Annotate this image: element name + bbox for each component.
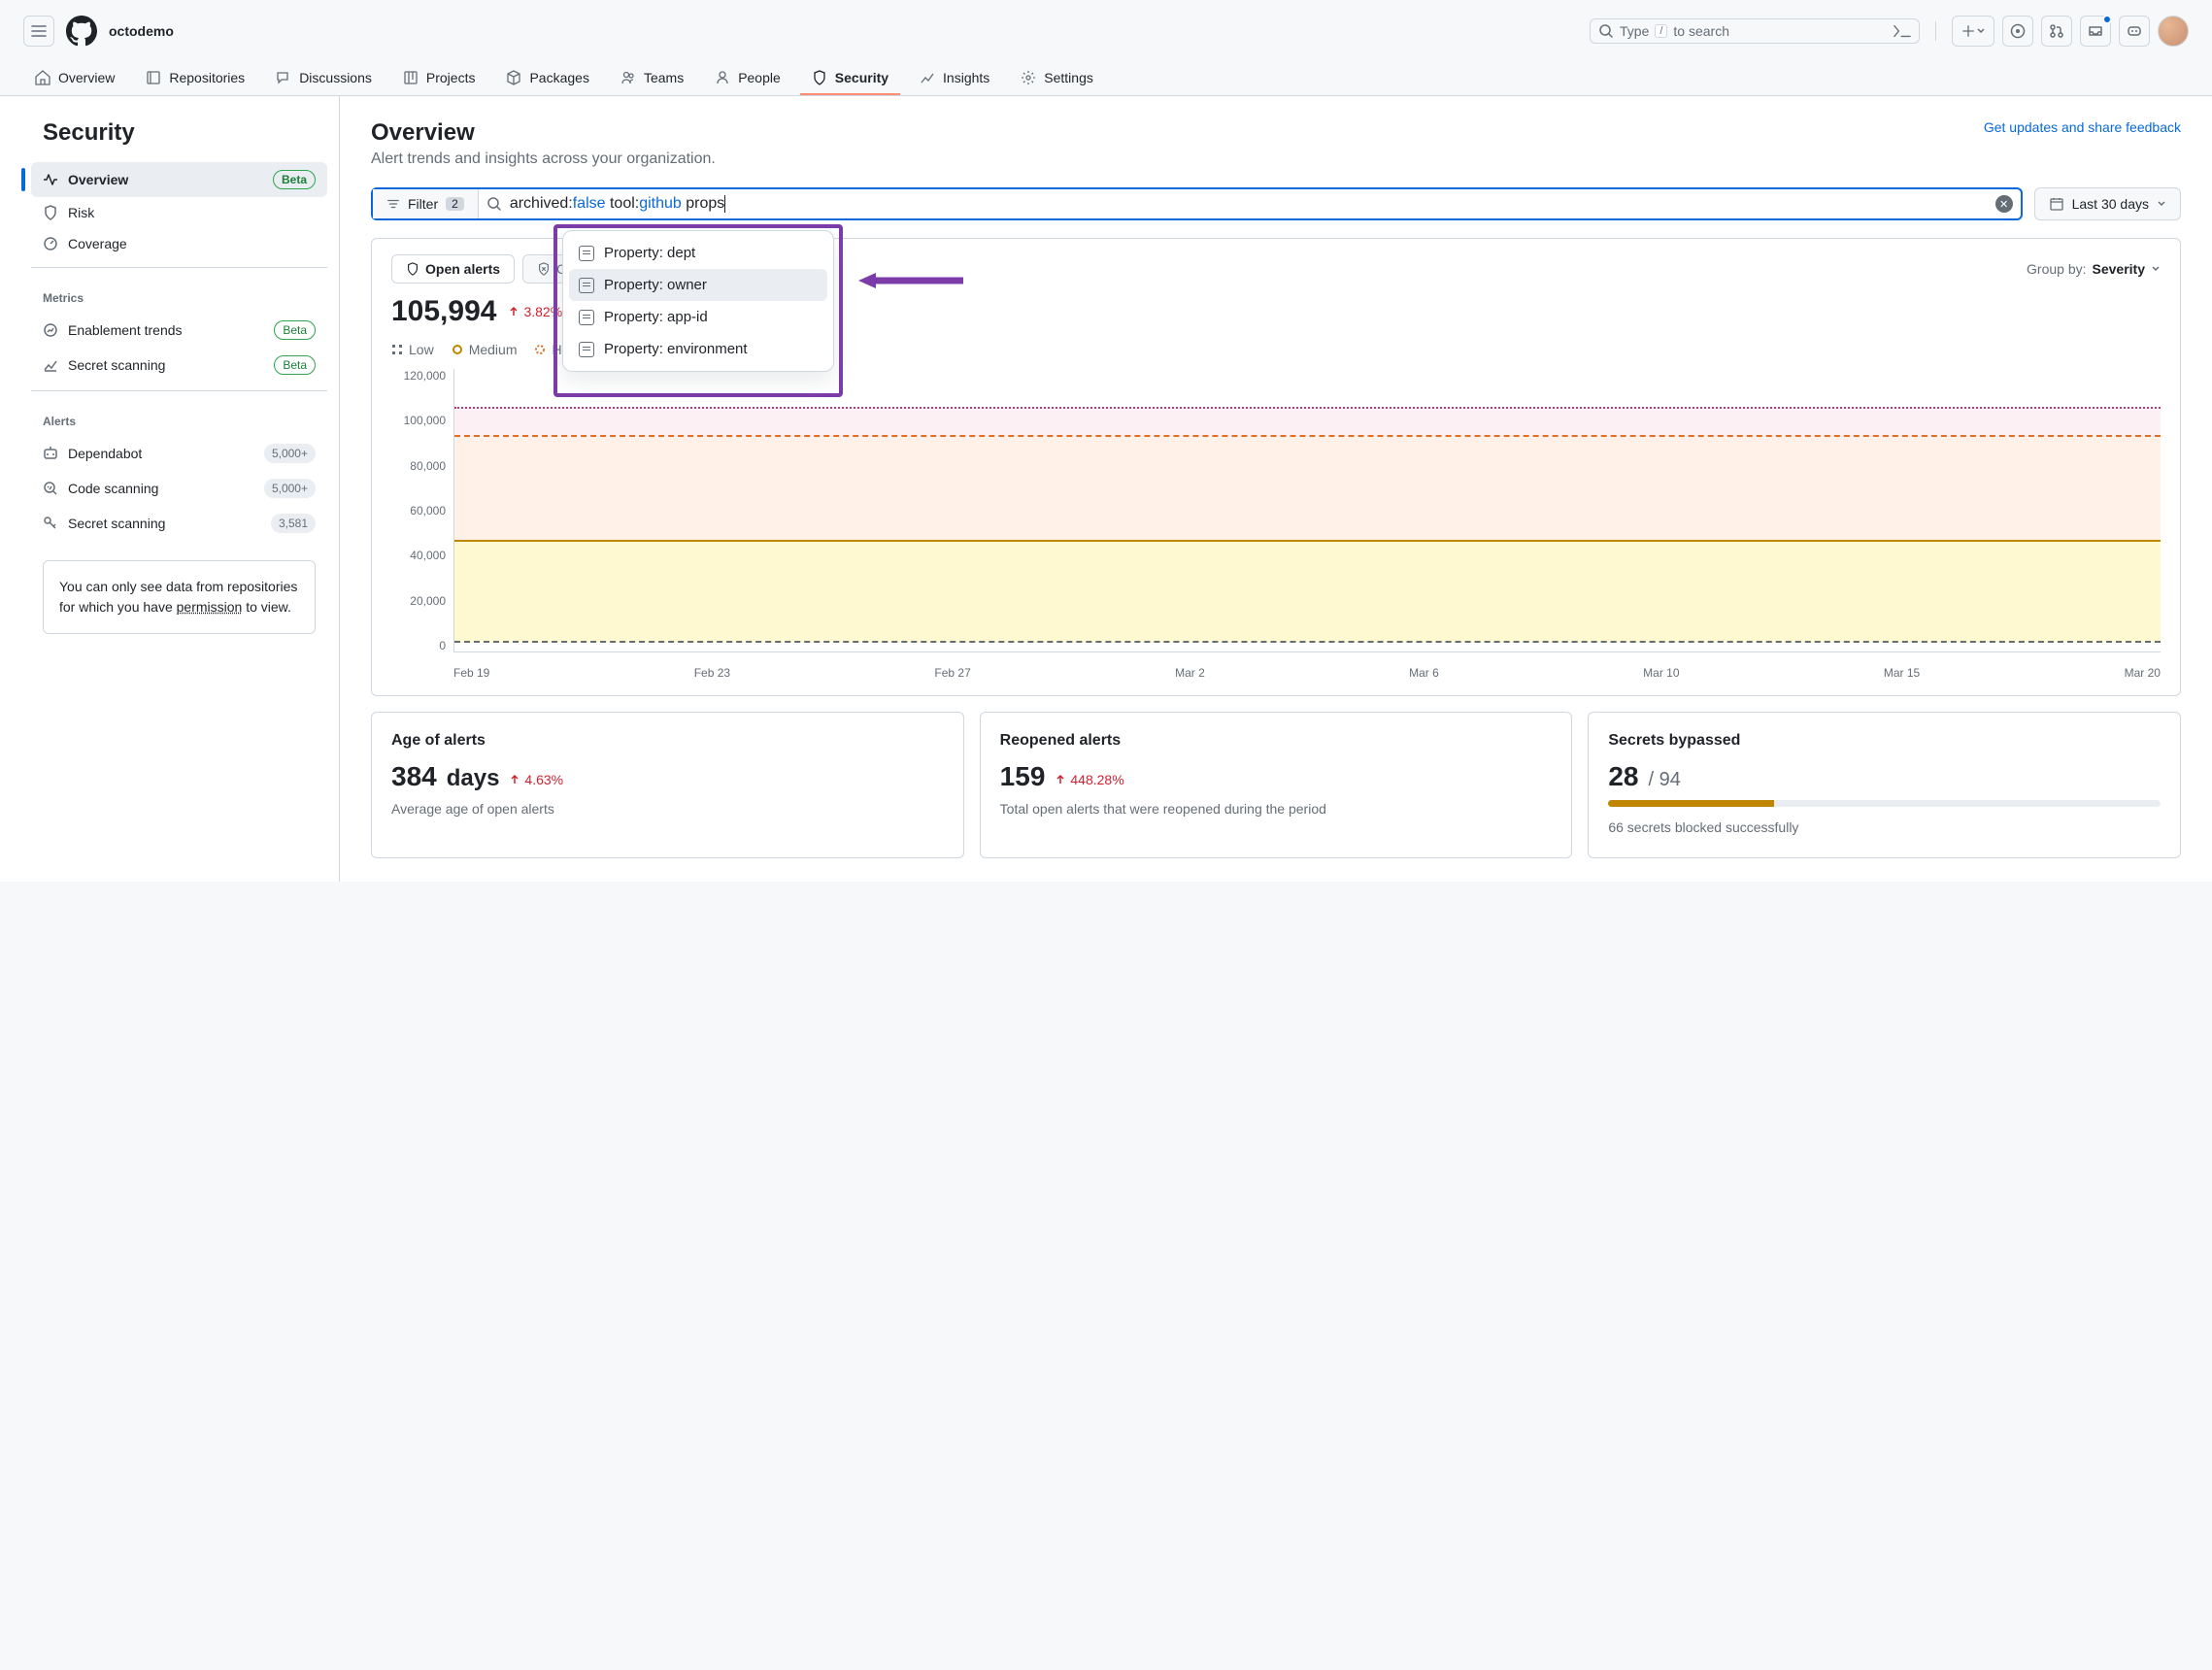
chevron-down-icon (2151, 264, 2161, 274)
dropdown-item-owner[interactable]: Property: owner (569, 269, 827, 301)
graph-icon (43, 357, 58, 373)
sidebar-title: Security (31, 119, 327, 147)
calendar-icon (2049, 196, 2064, 212)
autocomplete-dropdown: Property: dept Property: owner Property:… (562, 230, 834, 372)
secrets-bypassed-card: Secrets bypassed 28 / 94 66 secrets bloc… (1588, 712, 2181, 858)
tab-insights[interactable]: Insights (908, 62, 1001, 95)
user-avatar[interactable] (2158, 16, 2189, 47)
trend-indicator: 3.82% (508, 304, 562, 319)
filter-button[interactable]: Filter 2 (373, 189, 479, 218)
tab-security[interactable]: Security (800, 62, 900, 95)
copilot-button[interactable] (2119, 16, 2150, 47)
date-range-button[interactable]: Last 30 days (2034, 187, 2181, 220)
tab-repositories[interactable]: Repositories (134, 62, 256, 95)
feedback-link[interactable]: Get updates and share feedback (1984, 119, 2181, 135)
metrics-heading: Metrics (31, 276, 327, 313)
sidebar-item-secret-metrics[interactable]: Secret scanning Beta (31, 348, 327, 383)
meter-icon (43, 236, 58, 251)
key-icon (43, 516, 58, 531)
search-icon (486, 196, 502, 212)
shield-icon (406, 262, 419, 276)
sidebar-item-dependabot[interactable]: Dependabot 5,000+ (31, 436, 327, 471)
chevron-down-icon (2157, 199, 2166, 209)
tab-teams[interactable]: Teams (609, 62, 695, 95)
create-new-button[interactable] (1952, 16, 1994, 47)
issues-button[interactable] (2002, 16, 2033, 47)
permission-info: You can only see data from repositories … (43, 560, 316, 634)
sidebar-item-code-scanning[interactable]: Code scanning 5,000+ (31, 471, 327, 506)
tab-people[interactable]: People (703, 62, 792, 95)
sidebar-item-risk[interactable]: Risk (31, 197, 327, 228)
pull-requests-button[interactable] (2041, 16, 2072, 47)
tab-overview[interactable]: Overview (23, 62, 126, 95)
github-logo-icon[interactable] (66, 16, 97, 47)
sidebar-item-enablement[interactable]: Enablement trends Beta (31, 313, 327, 348)
org-name[interactable]: octodemo (109, 23, 174, 39)
annotation-arrow (858, 271, 965, 290)
dropdown-item-environment[interactable]: Property: environment (569, 333, 827, 365)
reopened-alerts-card: Reopened alerts 159 448.28% Total open a… (980, 712, 1573, 858)
sidebar-item-secret-scanning[interactable]: Secret scanning 3,581 (31, 506, 327, 541)
tab-projects[interactable]: Projects (391, 62, 487, 95)
group-by-selector[interactable]: Group by: Severity (2027, 261, 2161, 277)
filter-search-input[interactable]: archived:false tool:github props ✕ (479, 189, 2021, 218)
pulse-icon (43, 172, 58, 187)
tab-discussions[interactable]: Discussions (264, 62, 384, 95)
filter-icon (386, 197, 400, 211)
page-subtitle: Alert trends and insights across your or… (371, 150, 716, 168)
beta-badge: Beta (273, 170, 316, 189)
dropdown-item-dept[interactable]: Property: dept (569, 237, 827, 269)
shield-x-icon (537, 262, 551, 276)
dependabot-icon (43, 446, 58, 461)
total-alerts-count: 105,994 (391, 295, 496, 328)
sidebar-item-overview[interactable]: Overview Beta (31, 162, 327, 197)
age-of-alerts-card: Age of alerts 384days 4.63% Average age … (371, 712, 964, 858)
notification-dot (2102, 15, 2112, 24)
filter-count-badge: 2 (446, 197, 464, 211)
global-search[interactable]: Type / to search (1590, 18, 1920, 44)
shield-icon (43, 205, 58, 220)
progress-bar (1608, 800, 2161, 807)
trend-icon (43, 322, 58, 338)
tab-packages[interactable]: Packages (494, 62, 600, 95)
codescan-icon (43, 481, 58, 496)
tab-settings[interactable]: Settings (1009, 62, 1105, 95)
page-title: Overview (371, 119, 716, 147)
alerts-heading: Alerts (31, 399, 327, 436)
slash-key: / (1655, 24, 1667, 38)
dropdown-item-app-id[interactable]: Property: app-id (569, 301, 827, 333)
hamburger-menu[interactable] (23, 16, 54, 47)
property-icon (579, 246, 594, 261)
inbox-button[interactable] (2080, 16, 2111, 47)
sidebar-item-coverage[interactable]: Coverage (31, 228, 327, 259)
open-alerts-tab[interactable]: Open alerts (391, 254, 515, 284)
alerts-chart: 120,000 100,000 80,000 60,000 40,000 20,… (391, 369, 2161, 680)
search-icon (1598, 23, 1614, 39)
command-palette-icon (1894, 23, 1911, 39)
count-badge: 5,000+ (264, 444, 316, 463)
clear-search-button[interactable]: ✕ (1995, 195, 2013, 213)
